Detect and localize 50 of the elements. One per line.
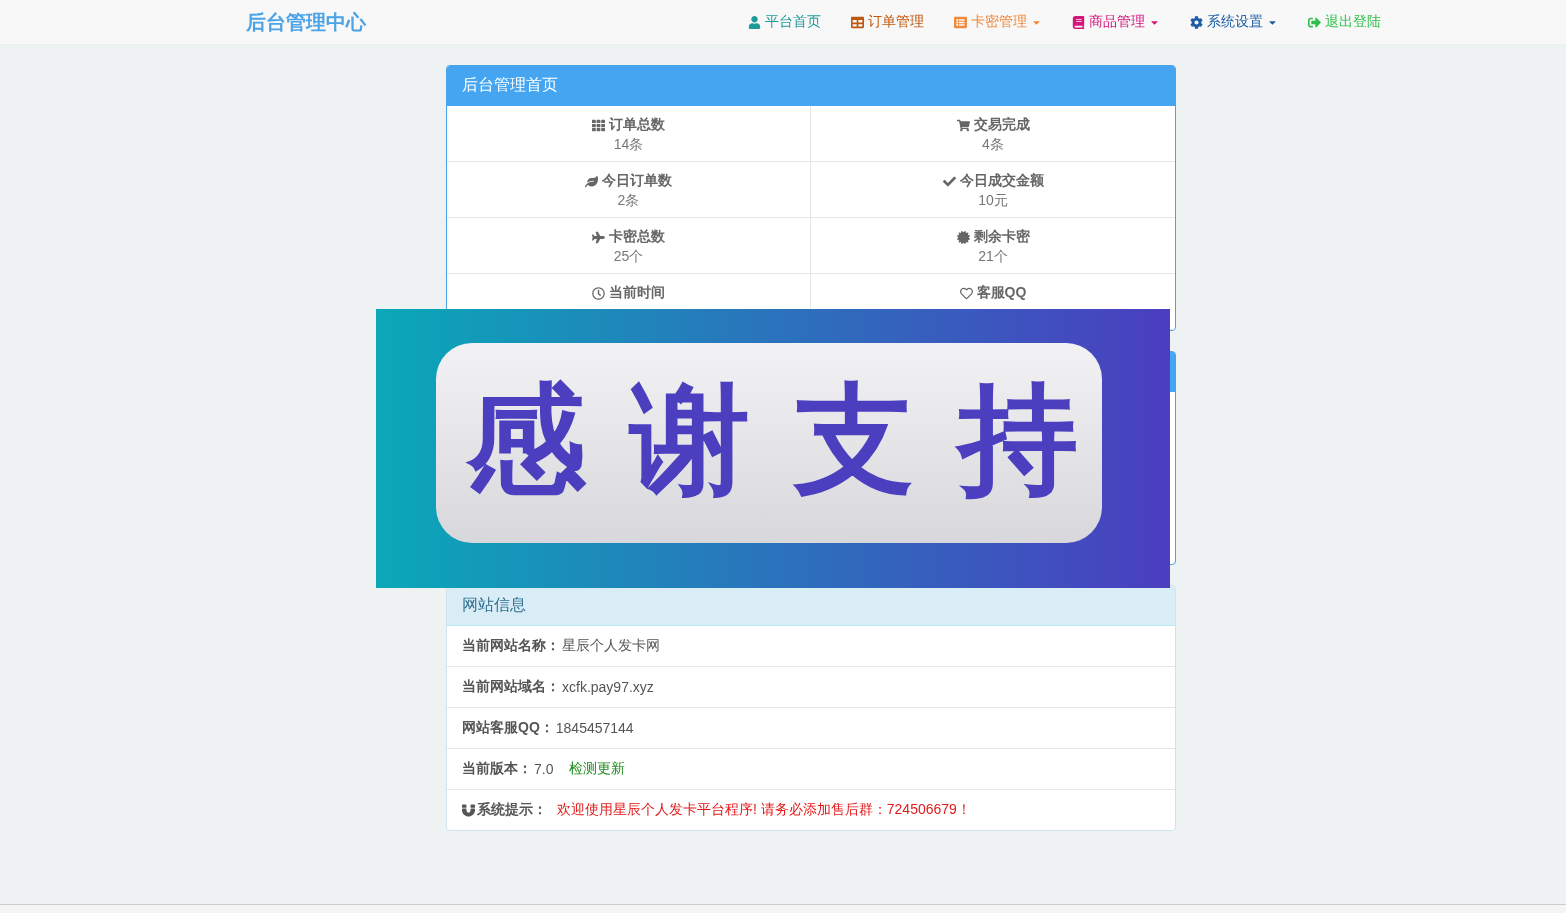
stat-label: 剩余卡密 [973, 228, 1030, 246]
check-update-link[interactable]: 检测更新 [569, 760, 626, 778]
notice-text: 欢迎使用星辰个人发卡平台程序! 请务必添加售后群：724506679！ [557, 801, 971, 819]
user-icon [748, 15, 761, 29]
stat-label: 卡密总数 [609, 228, 665, 246]
badge-icon [956, 230, 970, 244]
list-icon [954, 15, 967, 29]
banner-text: 感谢支持 [466, 371, 1122, 508]
nav-link[interactable]: 卡密管理 [954, 13, 1042, 31]
logout-icon [1308, 15, 1321, 29]
info-label: 当前网站域名： [462, 678, 560, 696]
panel-title: 网站信息 [462, 595, 526, 615]
leaf-icon [585, 174, 598, 188]
info-value: xcfk.pay97.xyz [562, 679, 654, 695]
check-icon [942, 174, 956, 188]
brand-title[interactable]: 后台管理中心 [246, 8, 366, 36]
stat-label: 交易完成 [973, 116, 1030, 134]
book-icon [1072, 15, 1085, 29]
nav-link[interactable]: 平台首页 [748, 13, 821, 31]
stat-value: 14条 [613, 136, 644, 154]
stat-value: 21个 [978, 248, 1008, 266]
cart-icon [956, 118, 970, 132]
stat-label: 今日成交金额 [959, 172, 1044, 190]
table-icon [851, 15, 864, 29]
stat-value: 2条 [617, 192, 640, 210]
stat-label: 当前时间 [609, 284, 665, 302]
info-label: 网站客服QQ： [462, 719, 554, 737]
stat-label: 订单总数 [609, 116, 665, 134]
settings-icon [1190, 15, 1203, 29]
nav-link[interactable]: 订单管理 [851, 13, 924, 31]
info-label: 系统提示： [477, 801, 547, 819]
nav-link[interactable]: 系统设置 [1190, 13, 1278, 31]
info-value: 星辰个人发卡网 [562, 637, 660, 655]
plane-icon [592, 230, 605, 244]
info-value: 1845457144 [555, 720, 634, 736]
info-label: 当前网站名称： [462, 637, 560, 655]
grid-icon [592, 118, 605, 132]
clock-icon [592, 286, 605, 300]
nav-link[interactable]: 商品管理 [1072, 13, 1160, 31]
stat-value: 10元 [978, 192, 1008, 210]
panel-title: 后台管理首页 [462, 75, 558, 95]
info-label: 当前版本： [462, 760, 532, 778]
nav-link[interactable]: 退出登陆 [1308, 13, 1381, 31]
stat-label: 今日订单数 [602, 172, 672, 190]
stat-label: 客服QQ [976, 284, 1027, 302]
magnet-icon [462, 803, 475, 817]
heart-icon [959, 286, 973, 300]
stat-value: 25个 [613, 248, 644, 266]
stat-value: 4条 [982, 136, 1004, 154]
info-value: 7.0 [534, 761, 554, 777]
